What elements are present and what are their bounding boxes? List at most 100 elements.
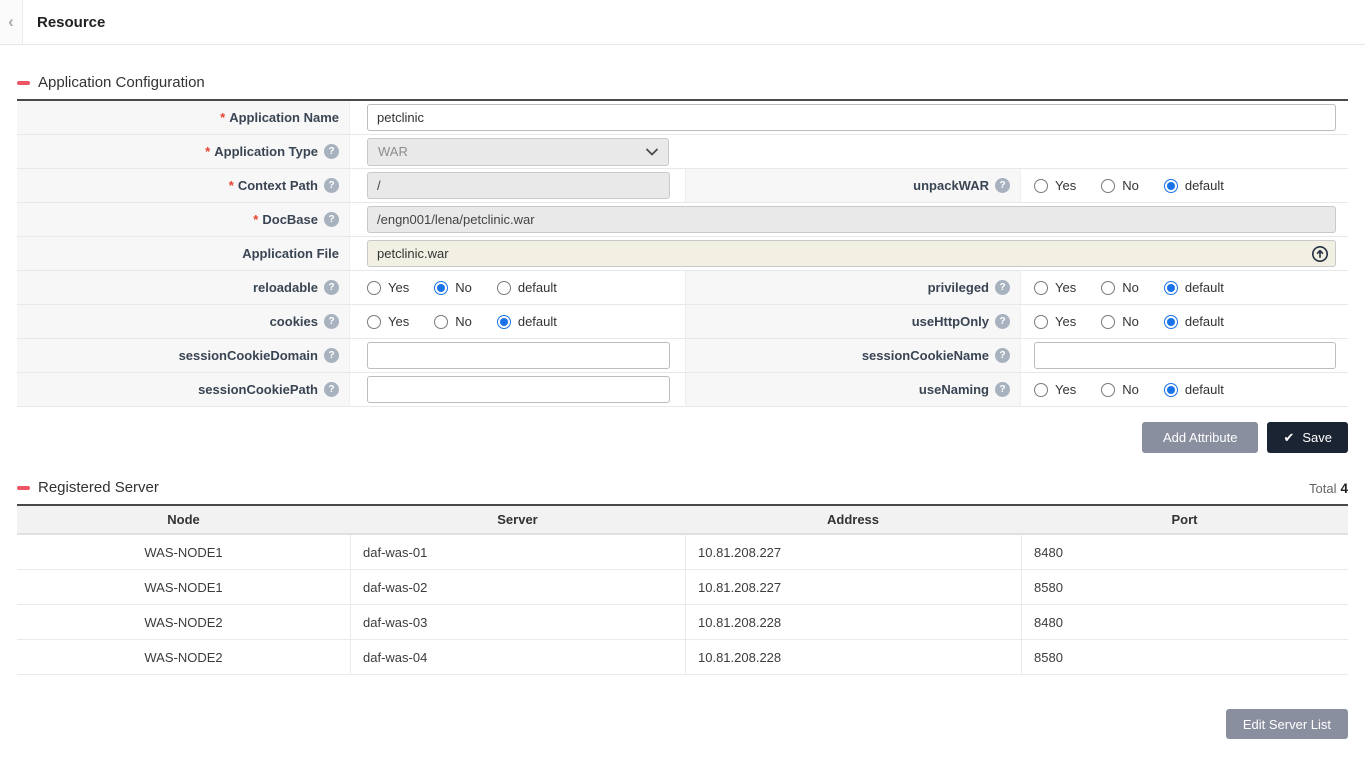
cell-node: WAS-NODE1 (17, 570, 350, 604)
section-title: Application Configuration (17, 74, 205, 91)
help-icon[interactable]: ? (995, 314, 1010, 329)
help-icon[interactable]: ? (324, 348, 339, 363)
cell-server: daf-was-01 (350, 535, 685, 569)
help-icon[interactable]: ? (324, 144, 339, 159)
radio-option-no[interactable]: No (1101, 382, 1139, 397)
radio-option-no[interactable]: No (434, 314, 472, 329)
form-row-sessioncookiepath: sessionCookiePath ? useNaming ? Yes (17, 373, 1348, 407)
table-header-row: Node Server Address Port (17, 506, 1348, 535)
privileged-field: Yes No default (1021, 271, 1348, 304)
back-button[interactable]: ‹ (0, 0, 23, 44)
column-header-port: Port (1021, 506, 1348, 533)
page-title: Resource (23, 0, 105, 44)
radio-option-yes[interactable]: Yes (367, 280, 409, 295)
radio-option-default[interactable]: default (1164, 280, 1224, 295)
radio-icon[interactable] (1164, 281, 1178, 295)
radio-icon[interactable] (1034, 281, 1048, 295)
radio-option-yes[interactable]: Yes (1034, 382, 1076, 397)
docbase-field (350, 203, 1348, 236)
radio-icon[interactable] (1101, 383, 1115, 397)
reloadable-label: reloadable ? (17, 271, 350, 304)
radio-icon[interactable] (497, 281, 511, 295)
help-icon[interactable]: ? (324, 314, 339, 329)
help-icon[interactable]: ? (324, 212, 339, 227)
radio-option-default[interactable]: default (497, 314, 557, 329)
application-name-label: * Application Name (17, 101, 350, 134)
cell-server: daf-was-02 (350, 570, 685, 604)
help-icon[interactable]: ? (995, 178, 1010, 193)
radio-icon[interactable] (497, 315, 511, 329)
radio-option-default[interactable]: default (1164, 314, 1224, 329)
save-button-label: Save (1302, 430, 1332, 445)
help-icon[interactable]: ? (995, 348, 1010, 363)
radio-option-yes[interactable]: Yes (1034, 314, 1076, 329)
cookies-label: cookies ? (17, 305, 350, 338)
help-icon[interactable]: ? (995, 280, 1010, 295)
privileged-label: privileged ? (685, 271, 1021, 304)
server-list-actions: Edit Server List (17, 709, 1348, 739)
cell-address: 10.81.208.227 (685, 570, 1021, 604)
help-icon[interactable]: ? (995, 382, 1010, 397)
radio-option-yes[interactable]: Yes (367, 314, 409, 329)
radio-icon[interactable] (1034, 315, 1048, 329)
usehttponly-label: useHttpOnly ? (685, 305, 1021, 338)
radio-icon[interactable] (367, 281, 381, 295)
top-bar: ‹ Resource (0, 0, 1365, 45)
unpackwar-radio-group: Yes No default (1034, 178, 1224, 193)
save-button[interactable]: ✔ Save (1267, 422, 1348, 453)
usenaming-label: useNaming ? (685, 373, 1021, 406)
chevron-down-icon (646, 148, 658, 156)
cell-port: 8580 (1021, 640, 1348, 674)
radio-icon[interactable] (1164, 315, 1178, 329)
radio-option-default[interactable]: default (1164, 382, 1224, 397)
usenaming-field: Yes No default (1021, 373, 1348, 406)
cell-server: daf-was-03 (350, 605, 685, 639)
application-name-field (350, 101, 1348, 134)
sessioncookiepath-label: sessionCookiePath ? (17, 373, 350, 406)
sessioncookiepath-input[interactable] (367, 376, 670, 403)
help-icon[interactable]: ? (324, 178, 339, 193)
upload-icon[interactable] (1311, 245, 1329, 263)
application-file-input[interactable] (367, 240, 1336, 267)
radio-option-yes[interactable]: Yes (1034, 178, 1076, 193)
table-row: WAS-NODE1 daf-was-02 10.81.208.227 8580 (17, 570, 1348, 605)
app-config-section-header: Application Configuration (17, 74, 1348, 101)
cookies-field: Yes No default (350, 305, 685, 338)
radio-icon[interactable] (1034, 179, 1048, 193)
radio-option-no[interactable]: No (1101, 314, 1139, 329)
radio-icon[interactable] (434, 315, 448, 329)
usenaming-radio-group: Yes No default (1034, 382, 1224, 397)
app-config-form: * Application Name * Application Type ? … (17, 101, 1348, 407)
radio-icon[interactable] (1101, 179, 1115, 193)
cell-address: 10.81.208.228 (685, 640, 1021, 674)
help-icon[interactable]: ? (324, 280, 339, 295)
form-actions: Add Attribute ✔ Save (17, 422, 1348, 453)
radio-option-default[interactable]: default (497, 280, 557, 295)
radio-option-no[interactable]: No (1101, 178, 1139, 193)
radio-icon[interactable] (1164, 179, 1178, 193)
radio-icon[interactable] (1164, 383, 1178, 397)
radio-option-default[interactable]: default (1164, 178, 1224, 193)
add-attribute-button[interactable]: Add Attribute (1142, 422, 1258, 453)
sessioncookiename-input[interactable] (1034, 342, 1336, 369)
sessioncookiedomain-input[interactable] (367, 342, 670, 369)
radio-icon[interactable] (367, 315, 381, 329)
radio-icon[interactable] (1034, 383, 1048, 397)
selected-option: WAR (378, 144, 408, 159)
radio-option-no[interactable]: No (434, 280, 472, 295)
docbase-input (367, 206, 1336, 233)
radio-icon[interactable] (434, 281, 448, 295)
radio-option-no[interactable]: No (1101, 280, 1139, 295)
help-icon[interactable]: ? (324, 382, 339, 397)
radio-icon[interactable] (1101, 281, 1115, 295)
form-row-context-path: * Context Path ? unpackWAR ? Yes (17, 169, 1348, 203)
form-row-reloadable: reloadable ? Yes No default (17, 271, 1348, 305)
context-path-input (367, 172, 670, 199)
edit-server-list-button[interactable]: Edit Server List (1226, 709, 1348, 739)
usehttponly-field: Yes No default (1021, 305, 1348, 338)
application-name-input[interactable] (367, 104, 1336, 131)
radio-option-yes[interactable]: Yes (1034, 280, 1076, 295)
application-file-label: Application File (17, 237, 350, 270)
radio-icon[interactable] (1101, 315, 1115, 329)
empty-cell (685, 135, 1348, 168)
